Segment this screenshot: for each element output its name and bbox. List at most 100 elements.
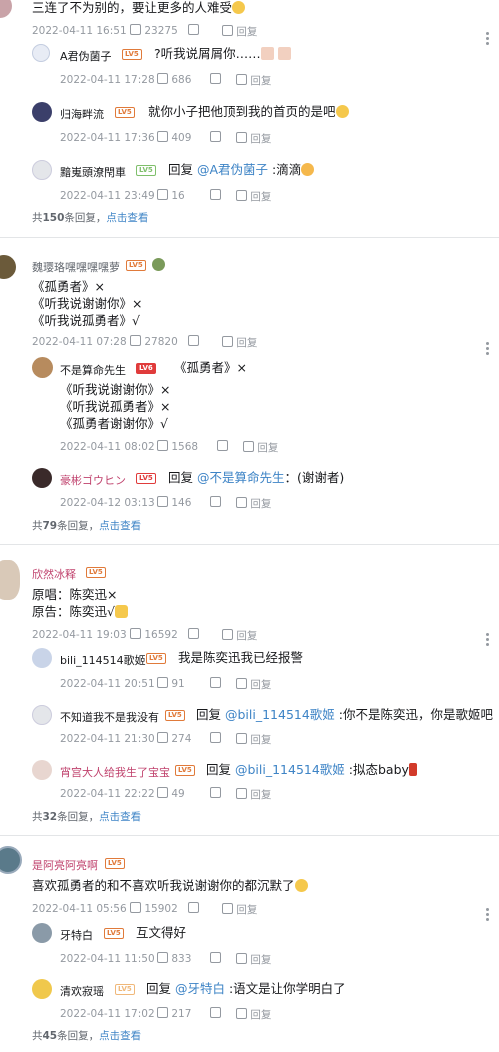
reply-button[interactable]: 回复 xyxy=(236,732,271,747)
like-button[interactable]: 217 xyxy=(157,1007,191,1020)
view-more-replies[interactable]: 共32条回复，点击查看 xyxy=(32,809,141,824)
more-icon[interactable] xyxy=(486,32,489,46)
mention-link[interactable]: @牙特白 xyxy=(175,981,225,996)
reply-button[interactable]: 回复 xyxy=(236,131,271,146)
reply-username[interactable]: 清欢寂瑶 xyxy=(60,983,104,999)
comment-username[interactable]: 是阿亮阿亮啊 xyxy=(32,857,98,873)
dislike-button[interactable] xyxy=(210,677,221,690)
thumb-up-icon xyxy=(157,732,168,743)
reply-username[interactable]: 豪彬ゴウヒン xyxy=(60,472,126,488)
like-button[interactable]: 274 xyxy=(157,732,191,745)
reply-text: 就你小子把他顶到我的首页的是吧 xyxy=(148,104,349,120)
like-button[interactable]: 16592 xyxy=(130,628,178,641)
avatar[interactable] xyxy=(32,357,53,378)
comment-text: 三连了不为别的，要让更多的人难受 xyxy=(32,0,246,16)
dislike-button[interactable] xyxy=(188,335,199,348)
level-badge: LV5 xyxy=(126,260,146,271)
avatar[interactable] xyxy=(32,44,50,62)
thumb-up-icon xyxy=(157,952,168,963)
reply-button[interactable]: 回复 xyxy=(222,335,257,350)
avatar[interactable] xyxy=(32,160,52,180)
comment-text-line: 《孤勇者》× xyxy=(32,279,105,294)
emoji-icon xyxy=(294,879,308,892)
avatar[interactable] xyxy=(32,468,52,488)
reply-button[interactable]: 回复 xyxy=(236,73,271,88)
like-button[interactable]: 91 xyxy=(157,677,185,690)
dislike-button[interactable] xyxy=(210,189,221,202)
dislike-button[interactable] xyxy=(210,496,221,509)
more-icon[interactable] xyxy=(486,633,489,647)
dislike-button[interactable] xyxy=(210,131,221,144)
reply-button[interactable]: 回复 xyxy=(236,677,271,692)
reply-username[interactable]: bili_114514歌姬 xyxy=(60,652,146,668)
comment-text-line: 原唱：陈奕迅× xyxy=(32,587,118,602)
reply-username[interactable]: 宵宫大人给我生了宝宝 xyxy=(60,764,170,780)
mention-link[interactable]: @bili_114514歌姬 xyxy=(225,707,335,722)
view-more-replies[interactable]: 共45条回复，点击查看 xyxy=(32,1028,141,1043)
avatar[interactable] xyxy=(0,846,22,874)
reply-username[interactable]: 牙特白 xyxy=(60,927,93,943)
reply-button[interactable]: 回复 xyxy=(222,24,257,39)
emoji-icon xyxy=(301,163,315,176)
reply-text: 回复 @bili_114514歌姬 :你不是陈奕迅，你是歌姬吧 xyxy=(196,707,493,722)
avatar[interactable] xyxy=(32,979,52,999)
reply-button[interactable]: 回复 xyxy=(243,440,278,455)
like-button[interactable]: 23275 xyxy=(130,24,178,37)
reply-button[interactable]: 回复 xyxy=(236,952,271,967)
comment-username[interactable]: 欣然冰释 xyxy=(32,566,76,582)
dislike-button[interactable] xyxy=(188,628,199,641)
dislike-button[interactable] xyxy=(210,952,221,965)
mention-link[interactable]: @A君伪菌子 xyxy=(197,162,268,177)
more-icon[interactable] xyxy=(486,908,489,922)
reply-date: 2022-04-11 20:51 xyxy=(60,678,155,690)
dislike-button[interactable] xyxy=(188,24,199,37)
thumb-up-icon xyxy=(157,189,168,200)
thumb-down-icon xyxy=(210,732,221,743)
avatar[interactable] xyxy=(0,0,12,18)
like-button[interactable]: 27820 xyxy=(130,335,178,348)
dislike-button[interactable] xyxy=(210,732,221,745)
like-button[interactable]: 1568 xyxy=(157,440,198,453)
view-more-replies[interactable]: 共150条回复，点击查看 xyxy=(32,210,148,225)
like-button[interactable]: 49 xyxy=(157,787,185,800)
mention-link[interactable]: @不是算命先生 xyxy=(197,470,285,485)
dislike-button[interactable] xyxy=(217,440,228,453)
more-icon[interactable] xyxy=(486,342,489,356)
avatar[interactable] xyxy=(32,102,52,122)
level-badge: LV6 xyxy=(136,363,156,374)
mention-link[interactable]: @bili_114514歌姬 xyxy=(235,762,345,777)
comment-text-line: 《听我说谢谢你》× xyxy=(32,296,143,311)
reply-username[interactable]: A君伪菌子 xyxy=(60,48,112,64)
dislike-button[interactable] xyxy=(210,787,221,800)
like-button[interactable]: 16 xyxy=(157,189,185,202)
view-more-replies[interactable]: 共79条回复，点击查看 xyxy=(32,518,141,533)
like-button[interactable]: 833 xyxy=(157,952,191,965)
reply-username[interactable]: 黯嵬頭潦閇車 xyxy=(60,164,126,180)
reply-button[interactable]: 回复 xyxy=(236,189,271,204)
reply-button[interactable]: 回复 xyxy=(236,496,271,511)
avatar[interactable] xyxy=(32,760,52,780)
avatar[interactable] xyxy=(32,648,52,668)
comment-username[interactable]: 魏璎珞嘿嘿嘿嘿萝 xyxy=(32,259,120,275)
like-button[interactable]: 686 xyxy=(157,73,191,86)
like-button[interactable]: 409 xyxy=(157,131,191,144)
reply-username[interactable]: 归海畔流 xyxy=(60,106,104,122)
reply-username[interactable]: 不是算命先生 xyxy=(60,362,126,378)
dislike-button[interactable] xyxy=(210,1007,221,1020)
avatar[interactable] xyxy=(32,923,52,943)
reply-button[interactable]: 回复 xyxy=(222,628,257,643)
reply-username[interactable]: 不知道我不是我没有 xyxy=(60,709,159,725)
comment-text: 喜欢孤勇者的和不喜欢听我说谢谢你的都沉默了 xyxy=(32,878,308,894)
avatar[interactable] xyxy=(0,560,20,600)
dislike-button[interactable] xyxy=(210,73,221,86)
avatar[interactable] xyxy=(0,255,16,279)
reply-button[interactable]: 回复 xyxy=(236,1007,271,1022)
dislike-button[interactable] xyxy=(188,902,199,915)
like-button[interactable]: 146 xyxy=(157,496,191,509)
reply-button[interactable]: 回复 xyxy=(236,787,271,802)
avatar[interactable] xyxy=(32,705,52,725)
reply-text-line: 《听我说谢谢你》× xyxy=(60,382,171,397)
like-button[interactable]: 15902 xyxy=(130,902,178,915)
reply-button[interactable]: 回复 xyxy=(222,902,257,917)
thumb-down-icon xyxy=(210,73,221,84)
